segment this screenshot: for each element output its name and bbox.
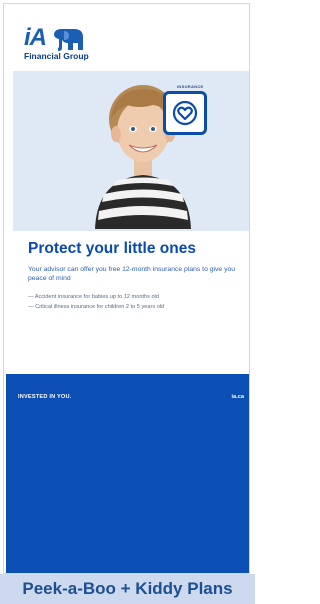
caption-text: Peek-a-Boo + Kiddy Plans [22,579,233,598]
brochure-page: iA Financial Group INSURANCE Protect you… [3,3,250,574]
website-link[interactable]: ia.ca [232,394,244,400]
logo-tagline: Financial Group [24,51,89,61]
page-title: Protect your little ones [28,240,196,257]
hero-image: INSURANCE [13,71,249,231]
insurance-badge [163,91,207,135]
slogan: INVESTED IN YOU. [18,394,72,400]
caption-banner: Peek-a-Boo + Kiddy Plans [0,574,255,604]
insurance-badge-label: INSURANCE [177,84,204,89]
logo-wordmark: iA [24,24,47,51]
intro-text: Your advisor can offer you free 12-month… [28,266,236,282]
elephant-logo-icon [54,29,83,51]
heart-icon [172,100,198,126]
list-item: — Accident insurance for babies up to 12… [28,294,159,300]
list-item: — Critical illness insurance for childre… [28,304,165,310]
benefit-list: — Accident insurance for babies up to 12… [28,292,243,312]
footer-band: INVESTED IN YOU. ia.ca [6,374,249,573]
ia-logo: iA Financial Group [24,24,94,66]
